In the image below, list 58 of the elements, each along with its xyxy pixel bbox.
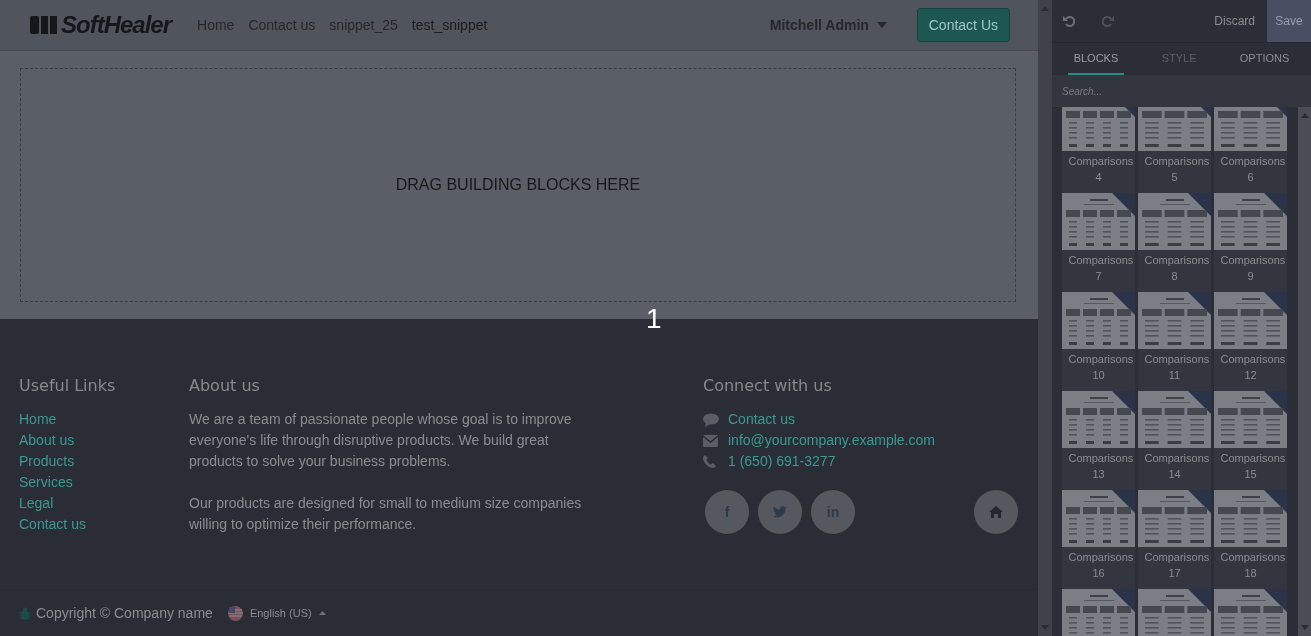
- flag-icon: [227, 605, 243, 621]
- block-card[interactable]: Comparisons 4: [1062, 107, 1135, 193]
- bird-icon: [773, 506, 787, 518]
- block-card[interactable]: Comparisons 10: [1062, 292, 1135, 391]
- panel-scrollbar[interactable]: [1298, 107, 1311, 636]
- twitter-button[interactable]: [758, 490, 802, 534]
- home-button[interactable]: [974, 490, 1018, 534]
- contact-link[interactable]: 1 (650) 691-3277: [728, 451, 836, 472]
- footer-link[interactable]: Contact us: [19, 514, 189, 535]
- block-card[interactable]: Comparisons 17: [1138, 490, 1211, 589]
- caret-up-icon: [318, 611, 326, 615]
- scroll-down-icon: [1300, 625, 1309, 630]
- about-paragraph: We are a team of passionate people whose goal is to improve everyone's life through disruptive products. We build great products to solve your business problems.: [189, 410, 573, 471]
- bug-icon: [19, 606, 31, 620]
- logo-text: SoftHealer: [61, 11, 172, 39]
- house-icon: [989, 506, 1003, 518]
- block-card[interactable]: Comparisons 5: [1138, 107, 1211, 193]
- nav-link[interactable]: test_snippet: [411, 17, 488, 33]
- language-selector[interactable]: English (US): [227, 605, 326, 621]
- section-heading: About us: [189, 376, 261, 395]
- redo-icon: [1102, 15, 1114, 27]
- logo-mark-icon: [30, 13, 58, 37]
- footer-link[interactable]: About us: [19, 430, 189, 451]
- footer-link[interactable]: Home: [19, 409, 189, 430]
- drop-zone-text: DRAG BUILDING BLOCKS HERE: [395, 176, 641, 194]
- footer-link[interactable]: Services: [19, 472, 189, 493]
- contact-link[interactable]: Contact us: [728, 409, 795, 430]
- caret-icon: [876, 22, 887, 28]
- search-field[interactable]: Search...: [1052, 75, 1311, 107]
- section-heading: Useful Links: [19, 376, 117, 395]
- footer-link[interactable]: Products: [19, 451, 189, 472]
- step-number: 1: [646, 302, 662, 336]
- block-card[interactable]: Comparisons 12: [1214, 292, 1287, 391]
- block-card[interactable]: Comparisons 13: [1062, 391, 1135, 490]
- footer-link[interactable]: Legal: [19, 493, 189, 514]
- copyright-text: Copyright © Company name: [36, 605, 213, 621]
- block-card[interactable]: Comparisons 11: [1138, 292, 1211, 391]
- chat-bubble-icon: [703, 412, 719, 427]
- block-card[interactable]: Comparisons 15: [1214, 391, 1287, 490]
- page-scrollbar[interactable]: [1038, 0, 1052, 636]
- undo-icon: [1063, 15, 1075, 27]
- discard-button[interactable]: Discard: [1208, 13, 1261, 29]
- save-button[interactable]: Save: [1267, 0, 1311, 42]
- block-card[interactable]: Comparisons 16: [1062, 490, 1135, 589]
- contact-us-button[interactable]: Contact Us: [916, 8, 1010, 42]
- panel-tab[interactable]: OPTIONS: [1233, 43, 1296, 75]
- block-card[interactable]: Comparisons 6: [1214, 107, 1287, 193]
- block-card[interactable]: Comparisons 7: [1062, 193, 1135, 292]
- about-paragraph: Our products are designed for small to medium size companies willing to optimize their performance.: [189, 494, 583, 534]
- contact-link[interactable]: info@yourcompany.example.com: [728, 430, 935, 451]
- envelope-icon: [703, 434, 718, 447]
- block-card[interactable]: Comparisons 8: [1138, 193, 1211, 292]
- section-heading: Connect with us: [703, 376, 833, 395]
- phone-icon: [703, 455, 716, 468]
- block-card[interactable]: Comparisons 18: [1214, 490, 1287, 589]
- block-card[interactable]: Comparisons 14: [1138, 391, 1211, 490]
- block-card[interactable]: Comparisons 9: [1214, 193, 1287, 292]
- scroll-up-icon: [1300, 113, 1309, 118]
